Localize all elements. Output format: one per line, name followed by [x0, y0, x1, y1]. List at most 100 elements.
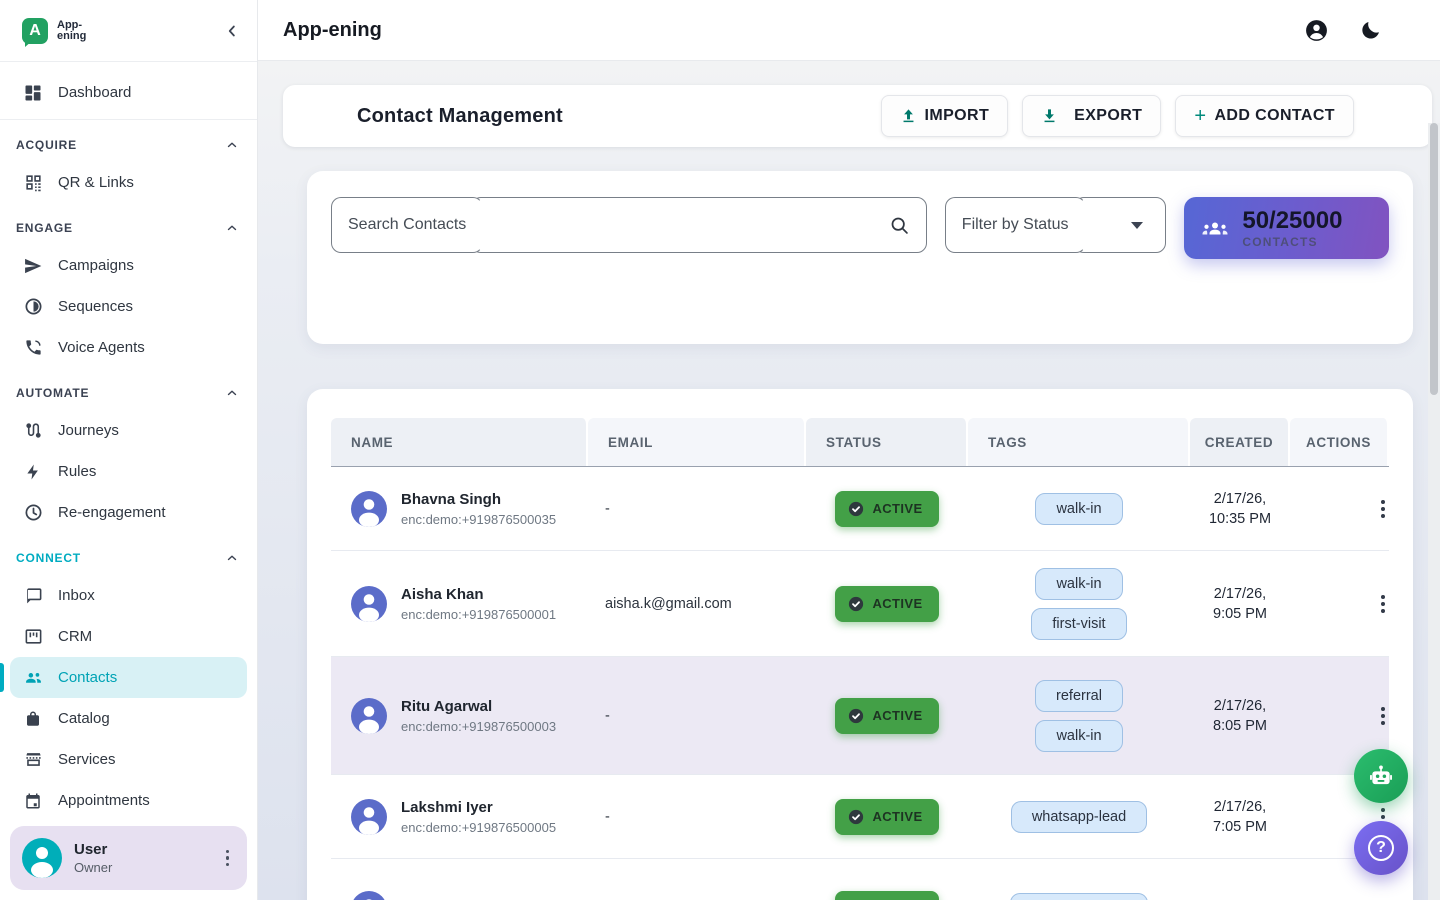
table-row: Aisha Khan enc:demo:+919876500001 aisha.…: [331, 551, 1389, 657]
sidebar-item-catalog[interactable]: Catalog: [0, 698, 257, 739]
import-button[interactable]: IMPORT: [881, 95, 1009, 137]
sidebar-item-crm[interactable]: CRM: [0, 616, 257, 657]
table-row: Lakshmi Iyer enc:demo:+919876500005 - AC…: [331, 775, 1389, 859]
moon-icon: [1359, 19, 1382, 42]
contact-avatar: [351, 698, 387, 734]
row-actions-button[interactable]: [1377, 496, 1389, 522]
contact-phone: enc:demo:+919876500035: [401, 512, 556, 527]
check-circle-icon: [847, 595, 865, 613]
contact-email: -: [588, 501, 806, 517]
tag-chip[interactable]: walk-in: [1035, 720, 1122, 752]
status-badge: ACTIVE: [835, 891, 938, 900]
sidebar-item-qr-links[interactable]: QR & Links: [0, 162, 257, 203]
contact-email: aisha.k@gmail.com: [588, 596, 806, 612]
column-header-email[interactable]: EMAIL: [588, 418, 806, 466]
section-automate[interactable]: AUTOMATE: [0, 376, 257, 410]
section-acquire[interactable]: ACQUIRE: [0, 128, 257, 162]
chevron-up-icon: [225, 551, 239, 565]
sidebar-item-services[interactable]: Services: [0, 739, 257, 780]
sidebar-item-sequences[interactable]: Sequences: [0, 286, 257, 327]
scrollbar-thumb[interactable]: [1430, 123, 1438, 395]
contact-name: Ritu Agarwal: [401, 698, 556, 715]
sidebar-item-journeys[interactable]: Journeys: [0, 410, 257, 451]
row-actions-button[interactable]: [1377, 703, 1389, 729]
sidebar-collapse-button[interactable]: [223, 22, 241, 40]
help-fab[interactable]: [1354, 821, 1408, 875]
chat-icon: [22, 585, 44, 607]
search-field[interactable]: Search Contacts: [331, 197, 927, 253]
status-filter-label: Filter by Status: [945, 197, 1086, 253]
tag-chip[interactable]: referral: [1035, 680, 1123, 712]
column-header-actions[interactable]: ACTIONS: [1290, 418, 1389, 466]
tag-chip[interactable]: whatsapp-lead: [1011, 801, 1147, 833]
sidebar-item-rules[interactable]: Rules: [0, 451, 257, 492]
column-header-name[interactable]: NAME: [331, 418, 588, 466]
sidebar-item-label: Contacts: [58, 669, 117, 686]
status-badge: ACTIVE: [835, 698, 938, 734]
dashboard-icon: [22, 82, 44, 104]
sidebar-item-re-engagement[interactable]: Re-engagement: [0, 492, 257, 533]
sidebar-item-contacts[interactable]: Contacts: [10, 657, 247, 698]
created-at: 2/17/26, 7:05 PM: [1190, 797, 1290, 837]
app-title: App-ening: [283, 19, 382, 42]
scrollbar-track[interactable]: [1428, 123, 1440, 900]
contrast-circle-icon: [22, 296, 44, 318]
user-menu-button[interactable]: [222, 846, 234, 871]
status-badge: ACTIVE: [835, 799, 938, 835]
sidebar-item-label: Journeys: [58, 422, 119, 439]
contacts-count-label: CONTACTS: [1242, 235, 1342, 249]
contact-phone: enc:demo:+919876500003: [401, 719, 556, 734]
sidebar-item-voice-agents[interactable]: Voice Agents: [0, 327, 257, 368]
main-area: App-ening Contact Management: [258, 0, 1440, 900]
contact-name: Lakshmi Iyer: [401, 799, 556, 816]
user-card[interactable]: User Owner: [10, 826, 247, 890]
status-filter-select[interactable]: Filter by Status: [945, 197, 1167, 253]
tag-chip[interactable]: campaign-lead: [1010, 893, 1147, 900]
column-header-tags[interactable]: TAGS: [968, 418, 1190, 466]
dark-mode-toggle[interactable]: [1359, 19, 1382, 42]
chevron-left-icon: [223, 22, 241, 40]
chatbot-fab[interactable]: [1354, 749, 1408, 803]
account-button[interactable]: [1304, 18, 1329, 43]
column-header-status[interactable]: STATUS: [806, 418, 968, 466]
chevron-down-icon: [1131, 222, 1143, 229]
people-icon: [22, 667, 44, 689]
search-icon[interactable]: [889, 215, 910, 236]
column-header-created[interactable]: CREATED: [1190, 418, 1290, 466]
tag-chip[interactable]: walk-in: [1035, 493, 1122, 525]
sidebar-item-campaigns[interactable]: Campaigns: [0, 245, 257, 286]
row-actions-button[interactable]: [1377, 896, 1389, 900]
tag-chip[interactable]: walk-in: [1035, 568, 1122, 600]
add-contact-button[interactable]: + ADD CONTACT: [1175, 95, 1354, 137]
sidebar-item-dashboard[interactable]: Dashboard: [0, 66, 257, 120]
brand-logo-icon: A: [22, 18, 48, 44]
sidebar-item-label: Catalog: [58, 710, 110, 727]
sidebar-item-inbox[interactable]: Inbox: [0, 575, 257, 616]
account-circle-icon: [1304, 18, 1329, 43]
brand-logo-text: App- ening: [57, 20, 86, 42]
sidebar-item-label: Appointments: [58, 792, 150, 809]
sidebar-item-appointments[interactable]: Appointments: [0, 780, 257, 821]
check-circle-icon: [847, 707, 865, 725]
section-engage[interactable]: ENGAGE: [0, 211, 257, 245]
download-icon: [1041, 108, 1058, 125]
contact-name: Bhavna Singh: [401, 491, 556, 508]
export-button[interactable]: EXPORT: [1022, 95, 1161, 137]
sidebar-nav: Dashboard ACQUIRE QR & Links ENGAGE: [0, 62, 257, 821]
section-connect[interactable]: CONNECT: [0, 541, 257, 575]
phone-icon: [22, 337, 44, 359]
tag-chip[interactable]: first-visit: [1031, 608, 1126, 640]
search-input[interactable]: [471, 197, 927, 253]
table-row: Bhavna Singh enc:demo:+919876500035 - AC…: [331, 467, 1389, 551]
contact-phone: enc:demo:+919876500005: [401, 820, 556, 835]
sidebar-item-label: Services: [58, 751, 116, 768]
sidebar-item-label: Re-engagement: [58, 504, 166, 521]
sidebar-item-label: CRM: [58, 628, 92, 645]
check-circle-icon: [847, 500, 865, 518]
contact-email: -: [588, 809, 806, 825]
sidebar-item-label: Inbox: [58, 587, 95, 604]
upload-icon: [900, 108, 917, 125]
row-actions-button[interactable]: [1377, 591, 1389, 617]
chevron-up-icon: [225, 221, 239, 235]
calendar-icon: [22, 790, 44, 812]
